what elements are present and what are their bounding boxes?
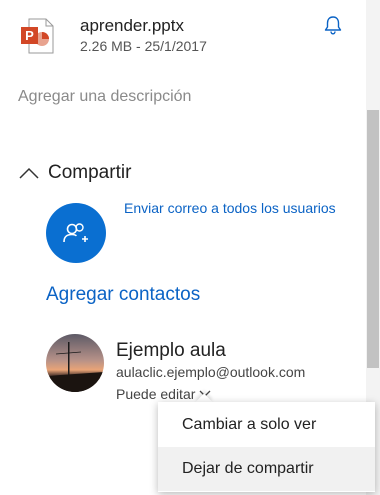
add-people-icon <box>63 223 88 243</box>
share-section-toggle[interactable]: Compartir <box>18 162 131 184</box>
contact-name: Ejemplo aula <box>116 340 226 361</box>
permission-menu: Cambiar a solo ver Dejar de compartir <box>158 402 375 492</box>
share-title: Compartir <box>48 162 132 183</box>
description-input[interactable]: Agregar una descripción <box>18 88 191 106</box>
menu-item-stop-sharing[interactable]: Dejar de compartir <box>158 447 375 491</box>
svg-text:P: P <box>25 28 34 43</box>
bell-icon[interactable] <box>322 14 344 36</box>
scrollbar-thumb[interactable] <box>367 110 379 368</box>
menu-item-view-only[interactable]: Cambiar a solo ver <box>158 403 375 447</box>
contact-email: aulaclic.ejemplo@outlook.com <box>116 364 306 380</box>
file-name: aprender.pptx <box>80 16 184 35</box>
permission-label: Puede editar <box>116 386 196 402</box>
add-contacts-link[interactable]: Agregar contactos <box>46 284 200 306</box>
file-meta: 2.26 MB - 25/1/2017 <box>80 38 207 54</box>
avatar <box>46 334 104 392</box>
email-all-link[interactable]: Enviar correo a todos los usuarios <box>124 200 336 216</box>
chevron-up-icon <box>19 167 39 179</box>
powerpoint-file-icon: P <box>21 18 54 54</box>
email-all-button[interactable] <box>46 203 106 263</box>
